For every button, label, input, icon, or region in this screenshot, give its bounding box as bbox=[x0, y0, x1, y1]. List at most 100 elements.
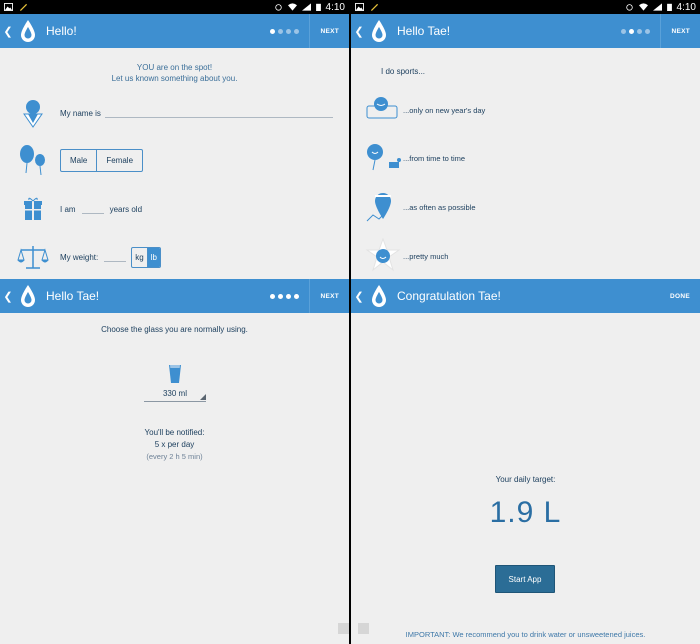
page-indicator bbox=[621, 28, 651, 34]
image-notification-icon bbox=[4, 3, 13, 11]
notification-info: You'll be notified: 5 x per day (every 2… bbox=[0, 427, 349, 463]
brush-notification-icon bbox=[19, 3, 28, 11]
done-button[interactable]: DONE bbox=[660, 293, 700, 300]
weight-unit-selector: kg lb bbox=[131, 246, 161, 268]
alarm-icon bbox=[625, 4, 633, 11]
water-drop-icon bbox=[21, 285, 35, 307]
wifi-icon bbox=[287, 3, 297, 11]
page-dot bbox=[278, 28, 284, 34]
signal-icon bbox=[652, 3, 662, 11]
screen-result: ❮ Congratulation Tae! DONE Your daily ta… bbox=[351, 279, 700, 644]
chevron-left-icon[interactable]: ❮ bbox=[353, 290, 365, 303]
gender-selector: Male Female bbox=[60, 148, 144, 172]
start-app-button[interactable]: Start App bbox=[495, 565, 555, 593]
glass-size-dropdown[interactable]: 330 ml bbox=[144, 385, 206, 402]
dropdown-arrow-icon bbox=[200, 394, 206, 400]
female-option[interactable]: Female bbox=[96, 149, 142, 171]
next-button[interactable]: NEXT bbox=[309, 279, 349, 313]
signal-icon bbox=[301, 3, 311, 11]
app-bar: ❮ Congratulation Tae! DONE bbox=[351, 279, 700, 313]
daily-target-value: 1.9 L bbox=[489, 496, 562, 529]
age-suffix: years old bbox=[109, 204, 143, 214]
weight-row: My weight: kg lb bbox=[0, 240, 349, 274]
glass-size-value: 330 ml bbox=[162, 389, 187, 398]
sport-option-label: ...as often as possible bbox=[403, 202, 476, 212]
kg-option[interactable]: kg bbox=[132, 248, 146, 267]
notify-heading: You'll be notified: bbox=[144, 428, 205, 437]
page-dot bbox=[637, 28, 643, 34]
name-input[interactable] bbox=[104, 108, 333, 118]
page-dot bbox=[629, 28, 635, 34]
intro-text: YOU are on the spot! Let us known someth… bbox=[111, 63, 238, 83]
app-bar: ❮ Hello Tae! NEXT bbox=[0, 279, 349, 313]
page-title: Hello! bbox=[46, 24, 77, 38]
chevron-left-icon[interactable]: ❮ bbox=[2, 290, 14, 303]
page-title: Congratulation Tae! bbox=[397, 289, 501, 303]
daily-target-label: Your daily target: bbox=[495, 475, 556, 484]
status-bar: 4:10 bbox=[351, 0, 700, 14]
person-icon bbox=[23, 100, 43, 128]
glass-question: Choose the glass you are normally using. bbox=[101, 325, 248, 334]
important-note: IMPORTANT: We recommend you to drink wat… bbox=[405, 630, 646, 639]
gender-row: Male Female bbox=[0, 143, 349, 177]
walking-dog-icon bbox=[367, 144, 401, 171]
sport-option-4[interactable]: ...pretty much bbox=[351, 238, 700, 274]
wifi-icon bbox=[638, 3, 648, 11]
page-dot bbox=[286, 28, 292, 34]
page-dot bbox=[294, 293, 300, 299]
weight-input[interactable] bbox=[104, 252, 127, 262]
page-dot bbox=[621, 28, 627, 34]
male-option[interactable]: Male bbox=[61, 150, 96, 171]
page-dot bbox=[645, 28, 651, 34]
sport-option-label: ...pretty much bbox=[403, 251, 449, 261]
water-drop-icon bbox=[372, 285, 386, 307]
next-button[interactable]: NEXT bbox=[660, 14, 700, 48]
gift-icon bbox=[24, 197, 42, 220]
next-button[interactable]: NEXT bbox=[309, 14, 349, 48]
page-indicator bbox=[270, 28, 300, 34]
overlay-square-icon bbox=[338, 623, 349, 634]
page-dot bbox=[278, 293, 284, 299]
page-indicator bbox=[270, 293, 300, 299]
chevron-left-icon[interactable]: ❮ bbox=[2, 25, 14, 38]
lb-option[interactable]: lb bbox=[146, 247, 160, 267]
age-input[interactable] bbox=[81, 204, 104, 214]
sport-option-1[interactable]: ...only on new year's day bbox=[351, 92, 700, 128]
gender-balloons-icon bbox=[20, 145, 45, 176]
page-dot bbox=[286, 293, 292, 299]
sport-option-3[interactable]: ...as often as possible bbox=[351, 189, 700, 225]
running-drop-icon bbox=[366, 193, 391, 222]
screen-sports: 4:10 ❮ Hello Tae! NEXT I do sports... ..… bbox=[351, 0, 700, 279]
image-notification-icon bbox=[355, 3, 364, 11]
page-dot bbox=[270, 28, 276, 34]
alarm-icon bbox=[274, 4, 282, 11]
page-title: Hello Tae! bbox=[46, 289, 100, 303]
clock: 4:10 bbox=[676, 1, 696, 13]
sofa-drop-icon bbox=[366, 97, 398, 119]
weight-label: My weight: bbox=[60, 252, 99, 262]
status-bar: 4:10 bbox=[0, 0, 349, 14]
battery-icon bbox=[315, 3, 321, 11]
age-row: I am years old bbox=[0, 192, 349, 226]
water-drop-icon bbox=[21, 20, 35, 42]
sport-option-label: ...only on new year's day bbox=[403, 105, 486, 115]
brush-notification-icon bbox=[370, 3, 379, 11]
app-bar: ❮ Hello Tae! NEXT bbox=[351, 14, 700, 48]
glass-icon bbox=[169, 365, 181, 383]
sport-option-2[interactable]: ...from time to time bbox=[351, 140, 700, 176]
app-bar: ❮ Hello! NEXT bbox=[0, 14, 349, 48]
water-drop-icon bbox=[372, 20, 386, 42]
page-title: Hello Tae! bbox=[397, 24, 451, 38]
screen-glass: ❮ Hello Tae! NEXT Choose the glass you a… bbox=[0, 279, 349, 644]
scale-icon bbox=[17, 246, 49, 269]
page-dot bbox=[294, 28, 300, 34]
notify-frequency: 5 x per day bbox=[154, 440, 195, 449]
age-prefix: I am bbox=[60, 204, 76, 214]
chevron-left-icon[interactable]: ❮ bbox=[353, 25, 365, 38]
notify-interval: (every 2 h 5 min) bbox=[146, 452, 203, 461]
sports-heading: I do sports... bbox=[381, 67, 426, 76]
battery-icon bbox=[666, 3, 672, 11]
clock: 4:10 bbox=[325, 1, 345, 13]
star-drop-icon bbox=[365, 238, 401, 272]
name-label: My name is bbox=[60, 108, 101, 118]
